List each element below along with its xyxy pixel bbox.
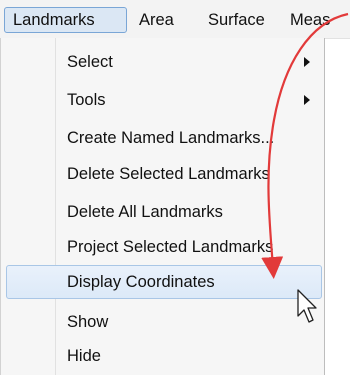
menu-item-delete-all-landmarks-label: Delete All Landmarks <box>67 203 223 221</box>
menu-item-delete-all-landmarks[interactable]: Delete All Landmarks <box>6 195 322 229</box>
menu-area-label: Area <box>139 11 174 29</box>
menu-item-delete-selected-landmarks[interactable]: Delete Selected Landmarks <box>6 157 322 191</box>
menu-landmarks-label: Landmarks <box>13 11 95 29</box>
menu-item-select[interactable]: Select <box>6 45 322 79</box>
menu-item-display-coordinates[interactable]: Display Coordinates <box>6 265 322 299</box>
app-screen: Landmarks Area Surface Meas Select Tools… <box>0 0 350 375</box>
menu-item-tools-label: Tools <box>67 91 106 109</box>
menu-item-create-named-landmarks[interactable]: Create Named Landmarks... <box>6 121 322 155</box>
triangle-right-icon <box>304 95 310 105</box>
menu-surface-label: Surface <box>208 11 265 29</box>
menu-bar: Landmarks Area Surface Meas <box>0 0 350 39</box>
menu-meas[interactable]: Meas <box>290 8 330 32</box>
menu-item-hide-label: Hide <box>67 347 101 365</box>
menu-item-project-selected-landmarks-label: Project Selected Landmarks <box>67 238 274 256</box>
menu-item-delete-selected-landmarks-label: Delete Selected Landmarks <box>67 165 270 183</box>
menu-item-hide[interactable]: Hide <box>6 339 322 373</box>
menu-item-tools[interactable]: Tools <box>6 83 322 117</box>
menu-landmarks[interactable]: Landmarks <box>4 7 127 33</box>
triangle-right-icon <box>304 57 310 67</box>
menu-item-show[interactable]: Show <box>6 305 322 339</box>
menu-surface[interactable]: Surface <box>208 8 265 32</box>
menu-meas-label: Meas <box>290 11 331 29</box>
menu-item-select-label: Select <box>67 53 113 71</box>
menu-area[interactable]: Area <box>139 8 174 32</box>
menu-item-show-label: Show <box>67 313 109 331</box>
menu-item-create-named-landmarks-label: Create Named Landmarks... <box>67 129 275 147</box>
menu-item-display-coordinates-label: Display Coordinates <box>67 273 215 291</box>
menu-item-project-selected-landmarks[interactable]: Project Selected Landmarks <box>6 230 322 264</box>
